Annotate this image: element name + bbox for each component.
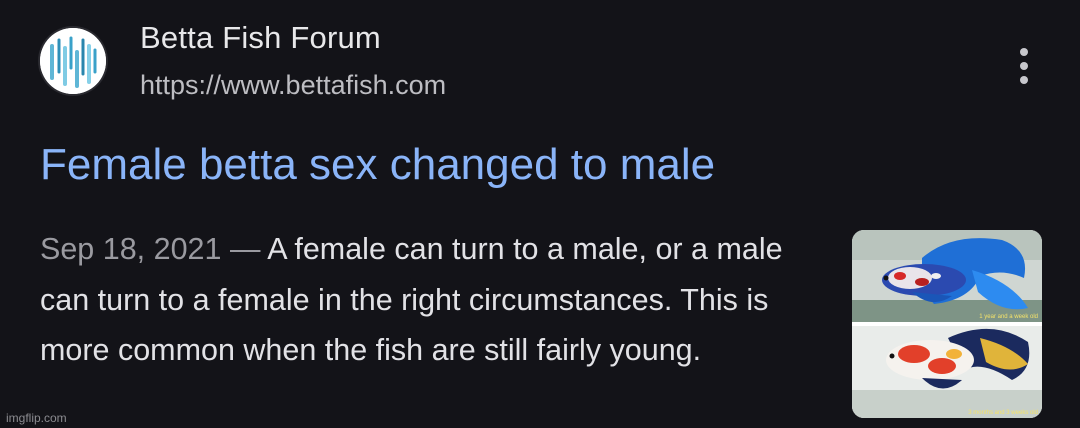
thumb-top-caption: 1 year and a week old xyxy=(979,314,1038,320)
imgflip-watermark: imgflip.com xyxy=(6,411,67,425)
more-options-button[interactable] xyxy=(1008,46,1040,86)
more-vert-icon-dot xyxy=(1020,76,1028,84)
site-name[interactable]: Betta Fish Forum xyxy=(140,20,381,56)
more-vert-icon xyxy=(1020,48,1028,56)
result-thumbnail[interactable]: 1 year and a week old 3 months and 3 wee… xyxy=(852,230,1042,418)
date-separator: — xyxy=(221,232,268,266)
thumb-bottom-caption: 3 months and 3 weeks old xyxy=(968,410,1038,416)
result-snippet: Sep 18, 2021 — A female can turn to a ma… xyxy=(40,224,830,376)
more-vert-icon-dot xyxy=(1020,62,1028,70)
result-title-link[interactable]: Female betta sex changed to male xyxy=(40,140,715,190)
result-date: Sep 18, 2021 xyxy=(40,232,222,266)
site-url[interactable]: https://www.bettafish.com xyxy=(140,70,446,101)
site-favicon-icon[interactable] xyxy=(40,28,106,94)
